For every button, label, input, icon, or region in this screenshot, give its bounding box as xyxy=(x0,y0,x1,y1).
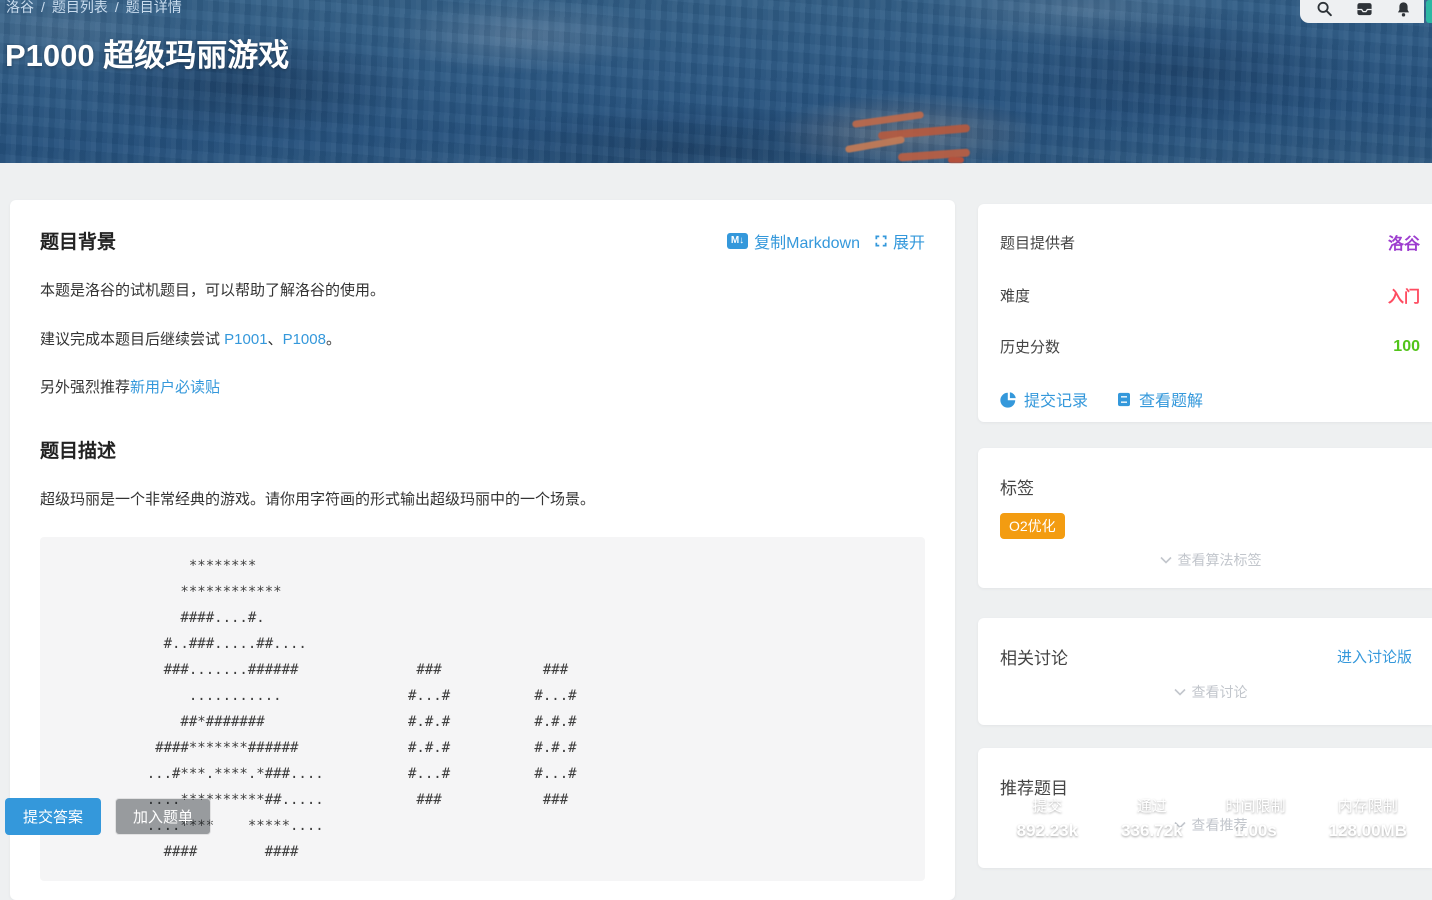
link-p1008[interactable]: P1008 xyxy=(283,331,326,348)
breadcrumb-problem-detail[interactable]: 题目详情 xyxy=(126,0,182,15)
stat-submissions: 提交 892.23k xyxy=(996,793,1099,843)
tags-card: 标签 O2优化 查看算法标签 xyxy=(978,448,1432,588)
stat-label: 内存限制 xyxy=(1329,795,1407,816)
search-icon[interactable] xyxy=(1316,1,1333,18)
submission-records-label: 提交记录 xyxy=(1024,387,1088,411)
info-label: 题目提供者 xyxy=(1000,232,1075,253)
info-row-provider: 题目提供者 洛谷 xyxy=(1000,230,1420,254)
copy-markdown-button[interactable]: M↓ 复制Markdown xyxy=(727,229,860,253)
book-icon xyxy=(1116,391,1132,408)
show-discussions-label: 查看讨论 xyxy=(1192,682,1248,702)
text: 。 xyxy=(326,331,341,348)
banner-painting xyxy=(0,0,1432,163)
stat-label: 提交 xyxy=(1017,795,1078,816)
inbox-icon[interactable] xyxy=(1356,1,1373,18)
chevron-down-icon xyxy=(1159,554,1173,566)
discussions-heading: 相关讨论 xyxy=(1000,644,1068,669)
breadcrumb-problem-list[interactable]: 题目列表 xyxy=(52,0,108,15)
text: 建议完成本题目后继续尝试 xyxy=(40,331,224,348)
page-title: P1000 超级玛丽游戏 xyxy=(5,30,289,75)
add-to-problem-list-button[interactable]: 加入题单 xyxy=(115,798,211,835)
show-discussions-toggle[interactable]: 查看讨论 xyxy=(1000,682,1420,702)
stat-value: 336.72k xyxy=(1121,821,1182,841)
chevron-down-icon xyxy=(1173,686,1187,698)
pie-chart-icon xyxy=(1000,391,1017,408)
content-tools: M↓ 复制Markdown 展开 xyxy=(727,229,925,253)
info-links-row: 提交记录 查看题解 xyxy=(1000,387,1420,411)
show-algorithm-tags-label: 查看算法标签 xyxy=(1178,550,1262,570)
paragraph: 超级玛丽是一个非常经典的游戏。请你用字符画的形式输出超级玛丽中的一个场景。 xyxy=(40,489,925,512)
paint-stroke xyxy=(852,111,924,128)
section-heading-background: 题目背景 xyxy=(40,227,116,254)
paint-stroke xyxy=(845,136,905,153)
link-p1001[interactable]: P1001 xyxy=(224,331,267,348)
info-row-score: 历史分数 100 xyxy=(1000,336,1420,357)
breadcrumb-separator: / xyxy=(41,0,45,15)
stat-label: 通过 xyxy=(1121,795,1182,816)
paragraph: 另外强烈推荐新用户必读贴 xyxy=(40,377,925,400)
submission-records-link[interactable]: 提交记录 xyxy=(1000,387,1088,411)
info-label: 难度 xyxy=(1000,285,1030,306)
tag-row: O2优化 xyxy=(1000,513,1420,539)
paint-stroke xyxy=(948,157,964,163)
stat-value: 1.00s xyxy=(1226,821,1286,841)
stat-value: 892.23k xyxy=(1017,821,1078,841)
markdown-icon: M↓ xyxy=(727,233,748,249)
stat-value: 128.00MB xyxy=(1329,821,1407,841)
section-heading-description: 题目描述 xyxy=(40,436,925,463)
expand-label: 展开 xyxy=(893,229,925,253)
paragraph: 建议完成本题目后继续尝试 P1001、P1008。 xyxy=(40,329,925,352)
copy-markdown-label: 复制Markdown xyxy=(754,229,860,253)
bell-icon[interactable] xyxy=(1395,1,1412,18)
banner-actions: 提交答案 加入题单 xyxy=(5,798,211,835)
paragraph: 本题是洛谷的试机题目，可以帮助了解洛谷的使用。 xyxy=(40,280,925,303)
expand-icon xyxy=(874,234,888,248)
problem-stats: 提交 892.23k 通过 336.72k 时间限制 1.00s 内存限制 12… xyxy=(996,793,1428,843)
submit-answer-button[interactable]: 提交答案 xyxy=(5,798,101,835)
text: 、 xyxy=(268,331,283,348)
provider-value[interactable]: 洛谷 xyxy=(1388,230,1420,254)
tags-heading: 标签 xyxy=(1000,474,1420,499)
topbar-icon-tray xyxy=(1300,0,1424,23)
enter-discussion-board-link[interactable]: 进入讨论版 xyxy=(1337,646,1412,667)
view-solutions-label: 查看题解 xyxy=(1139,387,1203,411)
breadcrumb-home[interactable]: 洛谷 xyxy=(6,0,34,15)
problem-content-card: 题目背景 M↓ 复制Markdown 展开 本题是洛谷的试机题目，可以帮助了解洛… xyxy=(10,200,955,900)
breadcrumb: 洛谷 / 题目列表 / 题目详情 xyxy=(6,0,182,17)
expand-button[interactable]: 展开 xyxy=(874,229,925,253)
stat-memory-limit: 内存限制 128.00MB xyxy=(1307,793,1428,843)
difficulty-value: 入门 xyxy=(1388,283,1420,307)
show-algorithm-tags-toggle[interactable]: 查看算法标签 xyxy=(1000,550,1420,570)
problem-background-body: 本题是洛谷的试机题目，可以帮助了解洛谷的使用。 建议完成本题目后继续尝试 P10… xyxy=(40,280,925,400)
avatar-edge[interactable] xyxy=(1426,0,1432,23)
text: 另外强烈推荐 xyxy=(40,379,130,396)
stat-time-limit: 时间限制 1.00s xyxy=(1204,793,1307,843)
tag-o2-optimization[interactable]: O2优化 xyxy=(1000,513,1065,539)
stat-accepted: 通过 336.72k xyxy=(1099,793,1203,843)
problem-info-card: 题目提供者 洛谷 难度 入门 历史分数 100 提交记录 查看题解 xyxy=(978,204,1432,422)
view-solutions-link[interactable]: 查看题解 xyxy=(1116,387,1203,411)
discussions-card: 相关讨论 进入讨论版 查看讨论 xyxy=(978,618,1432,725)
score-value: 100 xyxy=(1393,338,1420,356)
stat-label: 时间限制 xyxy=(1226,795,1286,816)
info-row-difficulty: 难度 入门 xyxy=(1000,283,1420,307)
link-new-user-guide[interactable]: 新用户必读贴 xyxy=(130,379,220,396)
breadcrumb-separator: / xyxy=(115,0,119,15)
problem-description-body: 超级玛丽是一个非常经典的游戏。请你用字符画的形式输出超级玛丽中的一个场景。 xyxy=(40,489,925,512)
info-label: 历史分数 xyxy=(1000,336,1060,357)
